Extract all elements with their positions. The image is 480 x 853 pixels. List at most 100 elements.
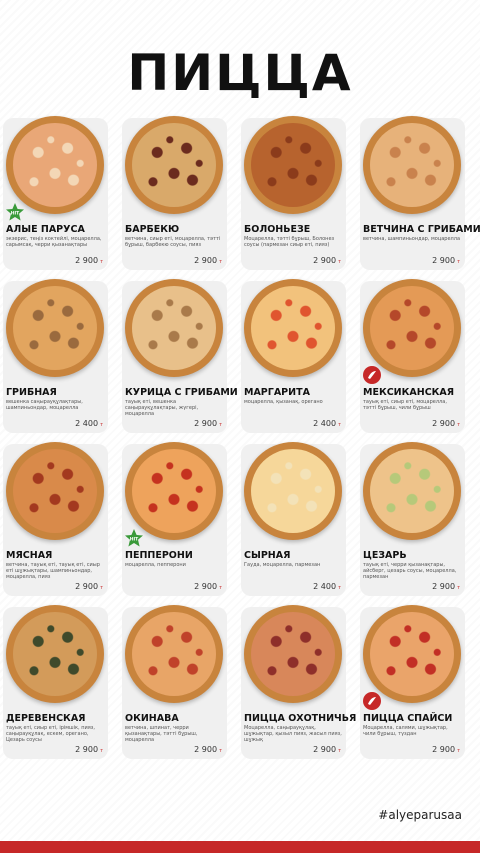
pizza-card[interactable]: ОКИНАВА ветчина, шпинат, черри қызанақтар… bbox=[122, 605, 227, 759]
pizza-image bbox=[6, 116, 104, 214]
currency-symbol: т bbox=[457, 259, 460, 265]
pizza-image bbox=[363, 605, 461, 703]
pizza-price: 2 900 т bbox=[194, 419, 222, 428]
pizza-price: 2 900 т bbox=[194, 256, 222, 265]
pizza-card[interactable]: КУРИЦА С ГРИБАМИ тауық еті, вешенка саңыр… bbox=[122, 279, 238, 433]
pizza-name: ПИЦЦА ОХОТНИЧЬЯ bbox=[244, 713, 357, 724]
pizza-card[interactable]: HIT ПЕППЕРОНИ моцарелла, пепперони 2 900 т bbox=[122, 442, 227, 596]
currency-symbol: т bbox=[219, 748, 222, 754]
currency-symbol: т bbox=[338, 422, 341, 428]
price-value: 2 900 bbox=[313, 745, 337, 754]
price-value: 2 900 bbox=[75, 256, 99, 265]
pizza-ingredients: ветчина, тауық еті, тауық еті, сиыр еті … bbox=[6, 562, 100, 580]
pizza-card[interactable]: ГРИБНАЯ вешенка саңырауқұлақтары, шампинь… bbox=[3, 279, 108, 433]
chili-pepper-icon bbox=[362, 691, 382, 711]
price-value: 2 400 bbox=[75, 419, 99, 428]
pizza-name: МАРГАРИТА bbox=[244, 387, 310, 398]
pizza-ingredients: ветчина, шампиньондар, моцарелла bbox=[363, 236, 461, 242]
pizza-ingredients: Моцарелла, тәтті бұрыш, Болонез соусы (п… bbox=[244, 236, 335, 248]
pizza-image bbox=[125, 116, 223, 214]
pizza-topping bbox=[251, 286, 335, 370]
pizza-card[interactable]: МЕКСИКАНСКАЯ тауық еті, сиыр еті, моцарел… bbox=[360, 279, 465, 433]
pizza-card[interactable]: СЫРНАЯ Гауда, моцарелла, пармезан 2 400 т bbox=[241, 442, 346, 596]
pizza-price: 2 900 т bbox=[194, 582, 222, 591]
pizza-image bbox=[6, 279, 104, 377]
pizza-name: ДЕРЕВЕНСКАЯ bbox=[6, 713, 86, 724]
pizza-ingredients: Моцарелла, салями, шұжықтар, чили бұрыш,… bbox=[363, 725, 448, 737]
pizza-topping bbox=[251, 449, 335, 533]
pizza-ingredients: тауық еті, сиыр еті, ірімшік, пияз, саңы… bbox=[6, 725, 95, 743]
pizza-image bbox=[244, 605, 342, 703]
currency-symbol: т bbox=[457, 748, 460, 754]
pizza-image bbox=[244, 442, 342, 540]
page-title: ПИЦЦА bbox=[127, 44, 353, 102]
pizza-topping bbox=[132, 123, 216, 207]
pizza-price: 2 900 т bbox=[75, 256, 103, 265]
price-value: 2 900 bbox=[432, 745, 456, 754]
pizza-price: 2 900 т bbox=[75, 582, 103, 591]
currency-symbol: т bbox=[100, 585, 103, 591]
pizza-topping bbox=[251, 123, 335, 207]
currency-symbol: т bbox=[219, 585, 222, 591]
pizza-price: 2 400 т bbox=[313, 419, 341, 428]
pizza-topping bbox=[370, 449, 454, 533]
pizza-card[interactable]: МАРГАРИТА моцарелла, қызанақ, орегано 2 40… bbox=[241, 279, 346, 433]
pizza-name: МЕКСИКАНСКАЯ bbox=[363, 387, 455, 398]
pizza-ingredients: экзерис, теңіз коктейлі, моцарелла, сары… bbox=[6, 236, 102, 248]
pizza-image bbox=[6, 442, 104, 540]
pizza-image bbox=[125, 279, 223, 377]
pizza-name: ЦЕЗАРЬ bbox=[363, 550, 407, 561]
pizza-ingredients: вешенка саңырауқұлақтары, шампиньондар, … bbox=[6, 399, 83, 411]
pizza-ingredients: ветчина, шпинат, черри қызанақтары, тәтт… bbox=[125, 725, 198, 743]
pizza-name: ВЕТЧИНА С ГРИБАМИ bbox=[363, 224, 480, 235]
pizza-name: МЯСНАЯ bbox=[6, 550, 53, 561]
pizza-image bbox=[244, 116, 342, 214]
pizza-topping bbox=[132, 449, 216, 533]
pizza-card[interactable]: МЯСНАЯ ветчина, тауық еті, тауық еті, сиы… bbox=[3, 442, 108, 596]
pizza-price: 2 900 т bbox=[432, 419, 460, 428]
pizza-name: КУРИЦА С ГРИБАМИ bbox=[125, 387, 238, 398]
pizza-name: ПИЦЦА СПАЙСИ bbox=[363, 713, 453, 724]
pizza-card[interactable]: БАРБЕКЮ ветчина, сиыр еті, моцарелла, тәт… bbox=[122, 116, 227, 270]
pizza-topping bbox=[132, 612, 216, 696]
pizza-name: ПЕППЕРОНИ bbox=[125, 550, 193, 561]
price-value: 2 900 bbox=[194, 582, 218, 591]
price-value: 2 900 bbox=[194, 745, 218, 754]
pizza-image bbox=[363, 116, 461, 214]
pizza-topping bbox=[370, 286, 454, 370]
pizza-price: 2 900 т bbox=[75, 745, 103, 754]
price-value: 2 900 bbox=[313, 256, 337, 265]
pizza-price: 2 900 т bbox=[313, 256, 341, 265]
menu-header: ПИЦЦА bbox=[0, 38, 480, 108]
pizza-card[interactable]: ПИЦЦА СПАЙСИ Моцарелла, салями, шұжықтар,… bbox=[360, 605, 465, 759]
price-value: 2 900 bbox=[194, 256, 218, 265]
pizza-price: 2 400 т bbox=[313, 582, 341, 591]
pizza-card[interactable]: ПИЦЦА ОХОТНИЧЬЯ Моцарелла, саңырауқұлақ, … bbox=[241, 605, 357, 759]
pizza-topping bbox=[370, 123, 454, 207]
pizza-image bbox=[125, 605, 223, 703]
pizza-ingredients: Моцарелла, саңырауқұлақ, шұжықтар, қызыл… bbox=[244, 725, 342, 743]
currency-symbol: т bbox=[100, 748, 103, 754]
price-value: 2 400 bbox=[313, 419, 337, 428]
pizza-card[interactable]: ЦЕЗАРЬ тауық еті, черри қызанақтары, айсб… bbox=[360, 442, 465, 596]
pizza-ingredients: ветчина, сиыр еті, моцарелла, тәтті бұры… bbox=[125, 236, 221, 248]
pizza-card[interactable]: ДЕРЕВЕНСКАЯ тауық еті, сиыр еті, ірімшік,… bbox=[3, 605, 108, 759]
pizza-card[interactable]: HIT АЛЫЕ ПАРУСА экзерис, теңіз коктейлі, м… bbox=[3, 116, 108, 270]
pizza-price: 2 900 т bbox=[432, 256, 460, 265]
price-value: 2 900 bbox=[432, 419, 456, 428]
price-value: 2 900 bbox=[194, 419, 218, 428]
pizza-price: 2 400 т bbox=[75, 419, 103, 428]
currency-symbol: т bbox=[100, 422, 103, 428]
currency-symbol: т bbox=[338, 585, 341, 591]
pizza-image bbox=[6, 605, 104, 703]
pizza-ingredients: Гауда, моцарелла, пармезан bbox=[244, 562, 321, 568]
pizza-card[interactable]: БОЛОНЬЕЗЕ Моцарелла, тәтті бұрыш, Болонез… bbox=[241, 116, 346, 270]
pizza-name: АЛЫЕ ПАРУСА bbox=[6, 224, 85, 235]
pizza-ingredients: тауық еті, сиыр еті, моцарелла, тәтті бұ… bbox=[363, 399, 447, 411]
pizza-card[interactable]: ВЕТЧИНА С ГРИБАМИ ветчина, шампиньондар, … bbox=[360, 116, 480, 270]
pizza-price: 2 900 т bbox=[432, 582, 460, 591]
hit-star-icon: HIT bbox=[124, 528, 144, 548]
pizza-price: 2 900 т bbox=[194, 745, 222, 754]
pizza-ingredients: тауық еті, вешенка саңырауқұлақтары, жүг… bbox=[125, 399, 199, 417]
pizza-topping bbox=[13, 286, 97, 370]
